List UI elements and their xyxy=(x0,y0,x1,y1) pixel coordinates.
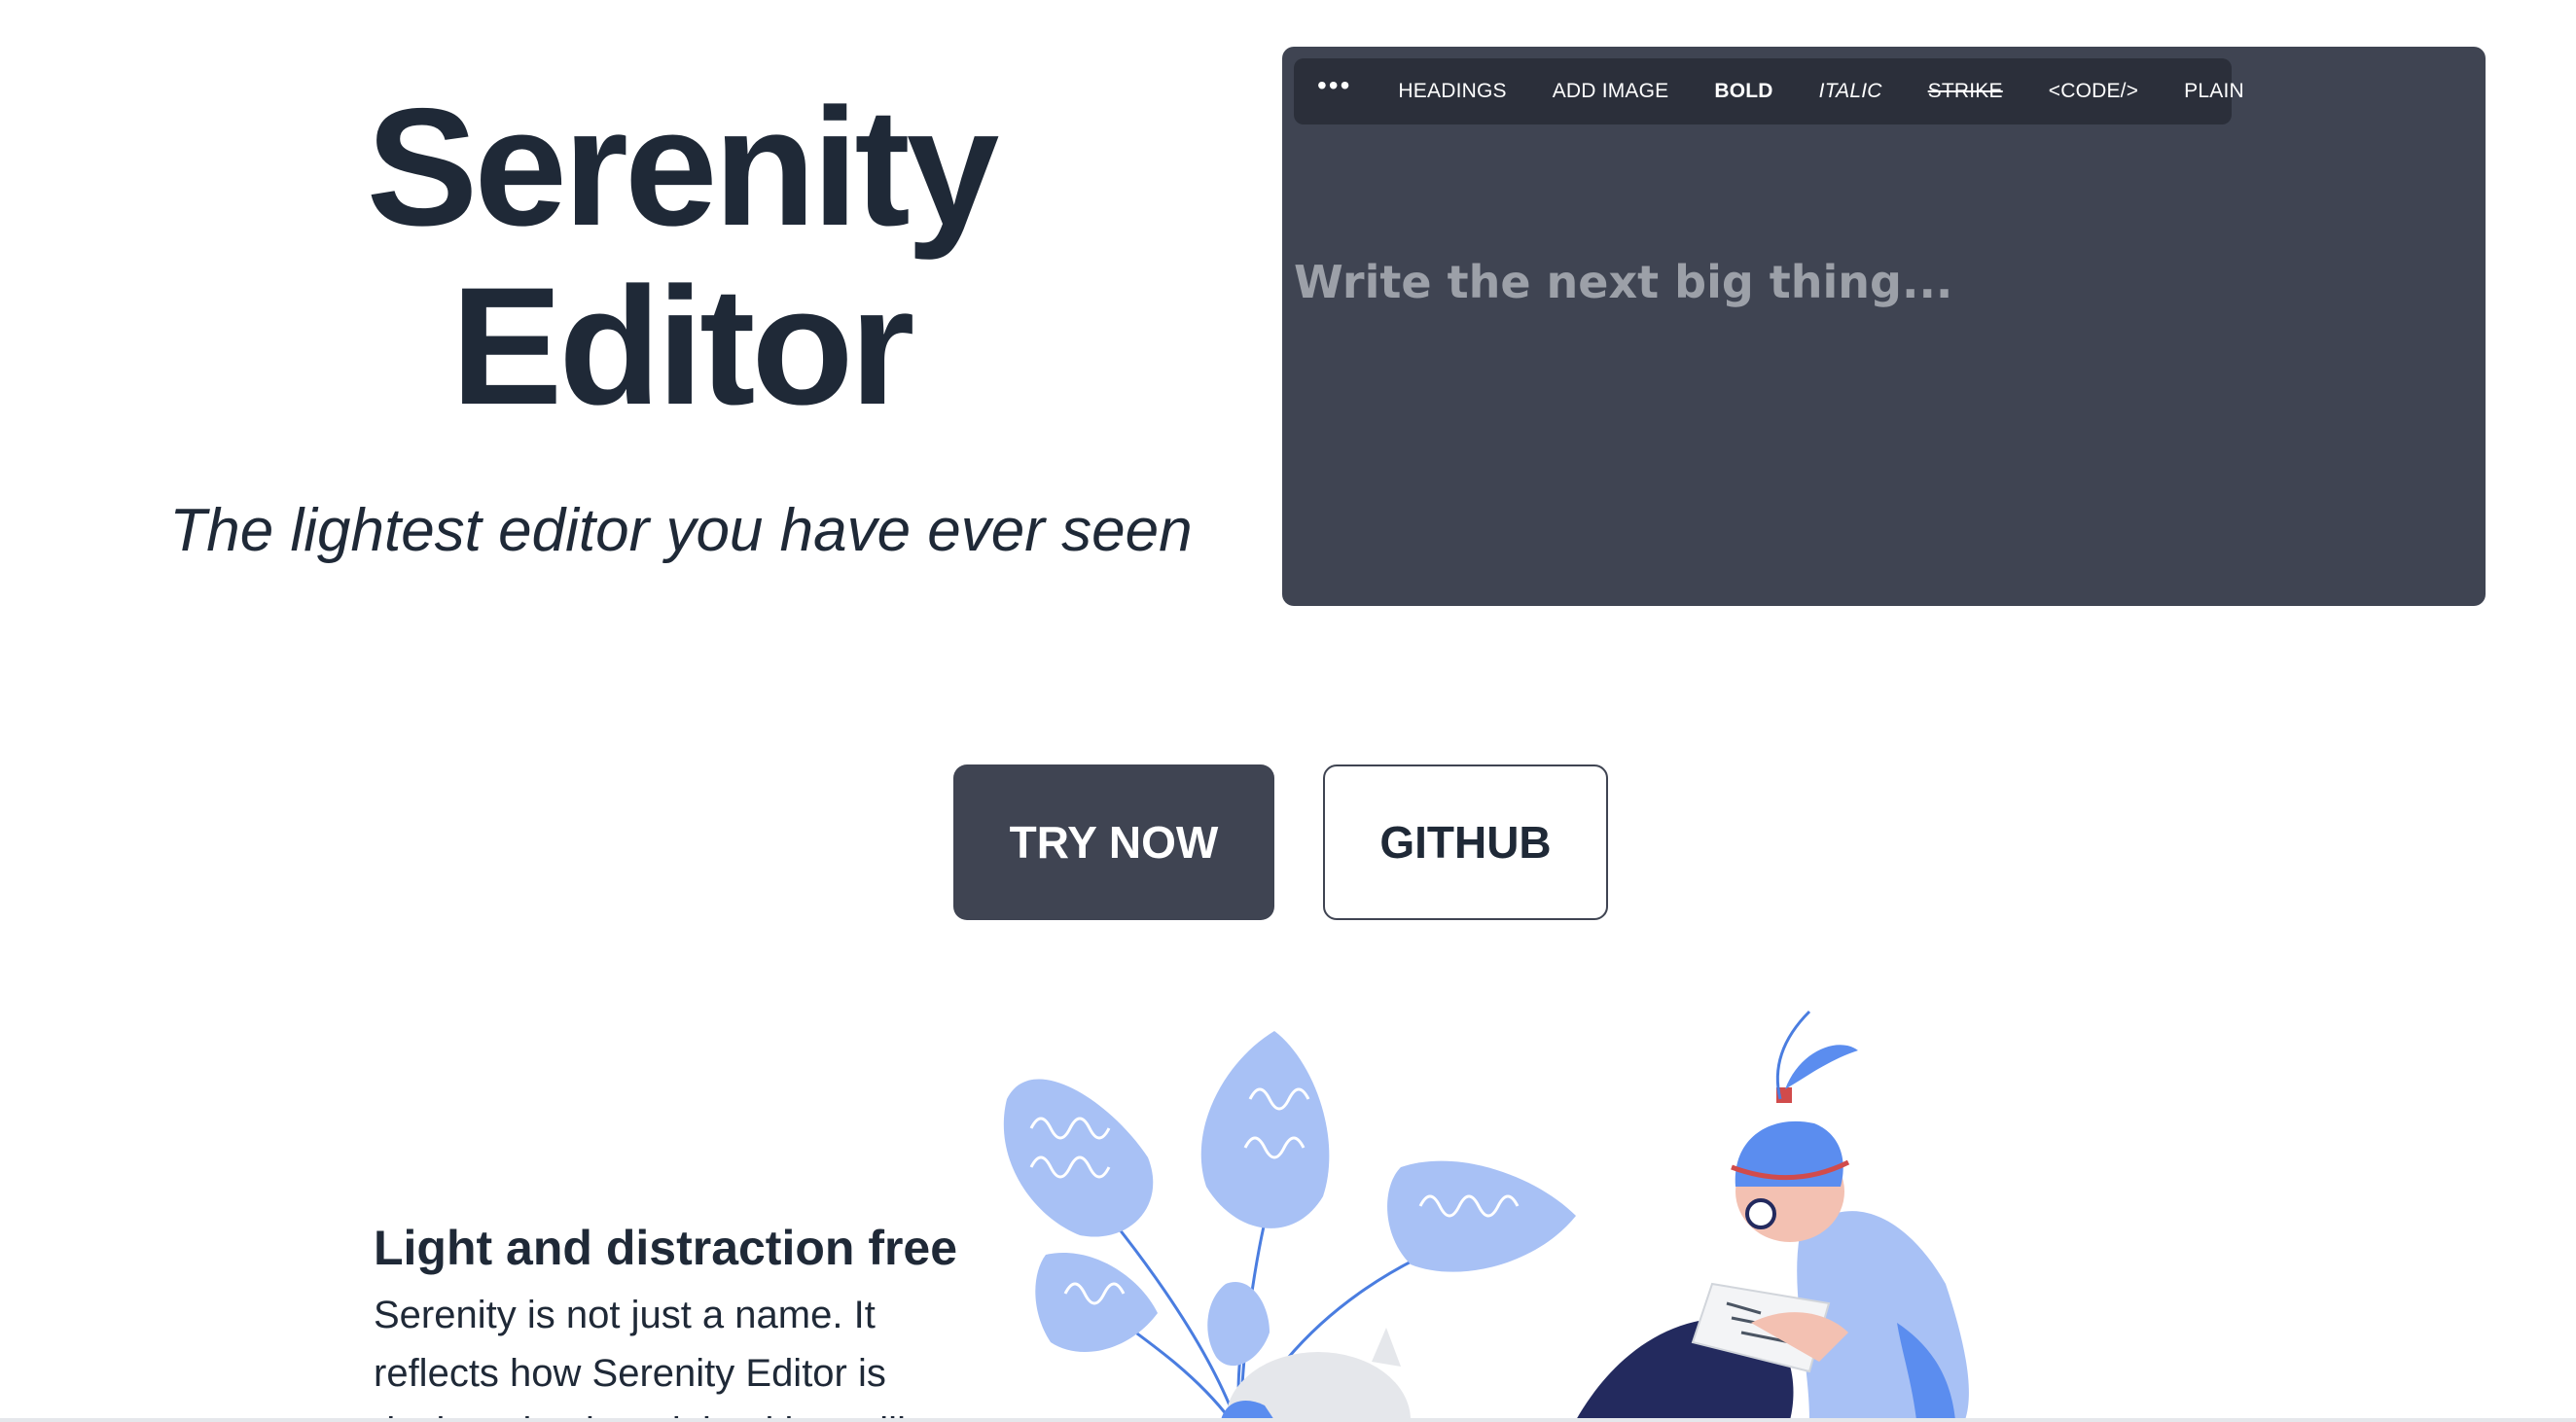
italic-button[interactable]: ITALIC xyxy=(1819,80,1882,103)
bold-button[interactable]: BOLD xyxy=(1714,80,1772,103)
editor-input[interactable] xyxy=(1294,256,2461,308)
editor-toolbar: ••• HEADINGS ADD IMAGE BOLD ITALIC STRIK… xyxy=(1294,58,2244,124)
add-image-button[interactable]: ADD IMAGE xyxy=(1553,80,1669,103)
person-icon xyxy=(1576,1010,1969,1420)
feature-text: Serenity is not just a name. It reflects… xyxy=(374,1294,906,1422)
hero-title-line-2: Editor xyxy=(450,253,915,440)
page-divider xyxy=(0,1418,2576,1422)
more-options-button[interactable]: ••• xyxy=(1317,70,1351,101)
landing-page: Serenity Editor The lightest editor you … xyxy=(0,0,2576,1422)
editor-panel: ••• HEADINGS ADD IMAGE BOLD ITALIC STRIK… xyxy=(1282,47,2486,606)
reading-person-illustration xyxy=(1003,1010,1969,1420)
github-button[interactable]: GITHUB xyxy=(1323,764,1608,920)
hero-title: Serenity Editor xyxy=(233,78,1128,436)
hero-title-line-1: Serenity xyxy=(366,74,1000,261)
code-button[interactable]: <CODE/> xyxy=(2049,80,2138,103)
tagline: The lightest editor you have ever seen xyxy=(169,497,1193,564)
strike-button[interactable]: STRIKE xyxy=(1928,80,2003,103)
feature-title: Light and distraction free xyxy=(374,1221,958,1275)
plain-button[interactable]: PLAIN xyxy=(2184,80,2244,103)
headings-button[interactable]: HEADINGS xyxy=(1398,80,1506,103)
try-now-button[interactable]: TRY NOW xyxy=(953,764,1274,920)
leaf-icon xyxy=(1003,1031,1576,1367)
